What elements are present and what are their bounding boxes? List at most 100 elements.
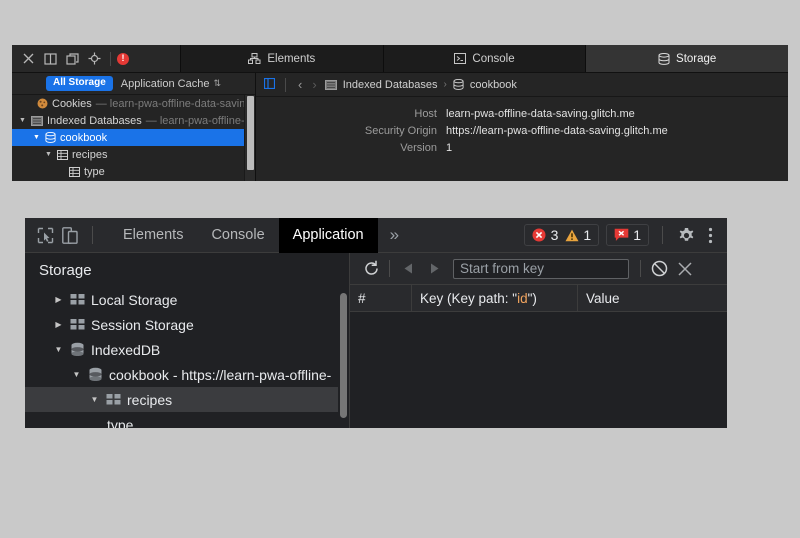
tree-item-suffix: — learn-pwa-offline-dat… [146, 115, 256, 127]
chevron-double-right-icon[interactable]: » [378, 225, 411, 245]
error-indicator-icon[interactable]: ! [117, 53, 129, 65]
property-label: Security Origin [256, 125, 446, 137]
console-counters-group[interactable]: 3 1 [524, 224, 600, 246]
sidebar-item-cookbook-database[interactable]: ▼ cookbook - https://learn-pwa-offline- [25, 362, 349, 387]
gear-icon[interactable] [669, 226, 704, 245]
chevron-right-icon[interactable]: › [310, 77, 318, 92]
table-grid-icon [106, 393, 121, 406]
expand-triangle[interactable]: ▼ [53, 346, 64, 354]
sidebar-scrollbar[interactable] [244, 95, 255, 181]
triangle-right-icon[interactable] [421, 256, 447, 282]
storage-filter-bar: All Storage Application Cache ⇅ [12, 73, 255, 95]
sidebar-item-indexeddb[interactable]: ▼ IndexedDB [25, 337, 349, 362]
database-icon [88, 367, 103, 382]
search-input[interactable] [453, 259, 629, 279]
breadcrumb-item-indexed-databases[interactable]: Indexed Databases [343, 79, 438, 91]
column-header-key-prefix: Key (Key path: " [420, 291, 517, 306]
dock-to-bottom-icon[interactable] [40, 49, 60, 69]
refresh-icon[interactable] [358, 256, 384, 282]
close-icon[interactable] [18, 49, 38, 69]
column-header-index[interactable]: # [350, 285, 412, 311]
chevron-left-icon[interactable]: ‹ [296, 77, 304, 92]
sidebar-item-local-storage[interactable]: ▶ Local Storage [25, 287, 349, 312]
inspect-element-icon[interactable] [84, 49, 104, 69]
expand-triangle[interactable]: ▶ [53, 321, 64, 329]
tree-item-recipes[interactable]: ▼ recipes [12, 146, 255, 163]
table-grid-icon [70, 293, 85, 306]
expand-triangle[interactable]: ▼ [18, 117, 27, 124]
tree-item-label: type [84, 166, 105, 178]
close-x-icon[interactable] [672, 256, 698, 282]
tree-item-indexed-databases[interactable]: ▼ Indexed Databases — learn-pwa-offline-… [12, 112, 255, 129]
toolbar-divider [110, 52, 111, 66]
tree-item-label: Indexed Databases [47, 115, 142, 127]
column-header-key[interactable]: Key (Key path: "id") [412, 285, 578, 311]
tab-console[interactable]: Console [383, 45, 586, 72]
warning-triangle-icon [564, 228, 579, 243]
tree-item-cookies[interactable]: Cookies — learn-pwa-offline-data-saving.… [12, 95, 255, 112]
application-sidebar: Storage ▶ Local Storage ▶ Session Storag… [25, 253, 350, 428]
expand-triangle[interactable]: ▼ [44, 151, 53, 158]
property-value: learn-pwa-offline-data-saving.glitch.me [446, 108, 635, 120]
warning-counter[interactable]: 1 [564, 227, 591, 243]
expand-triangle[interactable]: ▼ [89, 396, 100, 404]
all-storage-pill[interactable]: All Storage [46, 76, 113, 91]
issues-counter-group[interactable]: 1 [606, 224, 649, 246]
tab-console[interactable]: Console [197, 218, 278, 253]
application-cache-selector[interactable]: Application Cache ⇅ [121, 78, 221, 90]
application-panel-body: Storage ▶ Local Storage ▶ Session Storag… [25, 253, 727, 428]
toolbar-divider [640, 260, 641, 277]
inspect-element-icon[interactable] [37, 227, 54, 244]
tree-item-type[interactable]: type [12, 163, 255, 180]
triangle-left-icon[interactable] [395, 256, 421, 282]
warning-count: 1 [583, 227, 591, 243]
tab-label: Console [211, 227, 264, 243]
tab-elements[interactable]: Elements [180, 45, 383, 72]
device-toolbar-icon[interactable] [62, 227, 78, 244]
elements-icon [248, 53, 261, 64]
scrollbar-thumb[interactable] [340, 293, 347, 418]
table-grid-icon [70, 318, 85, 331]
tree-item-cookbook[interactable]: ▼ cookbook [12, 129, 255, 146]
issue-counter[interactable]: 1 [614, 227, 641, 243]
breadcrumb-divider [285, 78, 286, 92]
tab-application[interactable]: Application [279, 218, 378, 253]
sidebar-item-session-storage[interactable]: ▶ Session Storage [25, 312, 349, 337]
expand-triangle[interactable]: ▶ [53, 296, 64, 304]
undock-window-icon[interactable] [62, 49, 82, 69]
column-header-value[interactable]: Value [578, 285, 727, 311]
scrollbar-thumb[interactable] [247, 96, 254, 170]
property-value: 1 [446, 142, 452, 154]
no-entry-icon[interactable] [646, 256, 672, 282]
devtools-window: Elements Console Application » 3 1 [25, 218, 727, 428]
tab-elements[interactable]: Elements [109, 218, 197, 253]
sidebar-toggle-icon[interactable] [264, 78, 275, 92]
tab-storage[interactable]: Storage [585, 45, 788, 72]
column-header-key-suffix: ") [528, 291, 537, 306]
legacy-database-detail-pane: ‹ › Indexed Databases › cookbook Host le… [256, 73, 788, 181]
property-label: Version [256, 142, 446, 154]
database-folder-icon [31, 116, 43, 126]
tab-label: Storage [676, 53, 716, 65]
expand-triangle[interactable]: ▼ [71, 371, 82, 379]
toolbar-divider [662, 226, 663, 244]
kebab-menu-icon[interactable] [704, 226, 723, 245]
database-icon [45, 132, 56, 143]
sidebar-item-label: Local Storage [91, 292, 177, 308]
error-count: 3 [551, 227, 559, 243]
sidebar-item-type-index[interactable]: type [25, 412, 349, 428]
database-icon [70, 342, 85, 357]
expand-triangle[interactable]: ▼ [32, 134, 41, 141]
tree-item-label: recipes [72, 149, 107, 161]
sidebar-item-recipes-objectstore[interactable]: ▼ recipes [25, 387, 349, 412]
sidebar-scrollbar[interactable] [338, 283, 349, 428]
legacy-storage-sidebar: All Storage Application Cache ⇅ Cookies … [12, 73, 256, 181]
property-row-version: Version 1 [256, 142, 788, 154]
legacy-storage-tree: Cookies — learn-pwa-offline-data-saving.… [12, 95, 255, 180]
error-counter[interactable]: 3 [532, 227, 559, 243]
tab-label: Application [293, 227, 364, 243]
breadcrumb-item-cookbook[interactable]: cookbook [470, 79, 517, 91]
property-label: Host [256, 108, 446, 120]
datagrid-body[interactable] [350, 312, 727, 428]
database-icon [453, 79, 464, 90]
